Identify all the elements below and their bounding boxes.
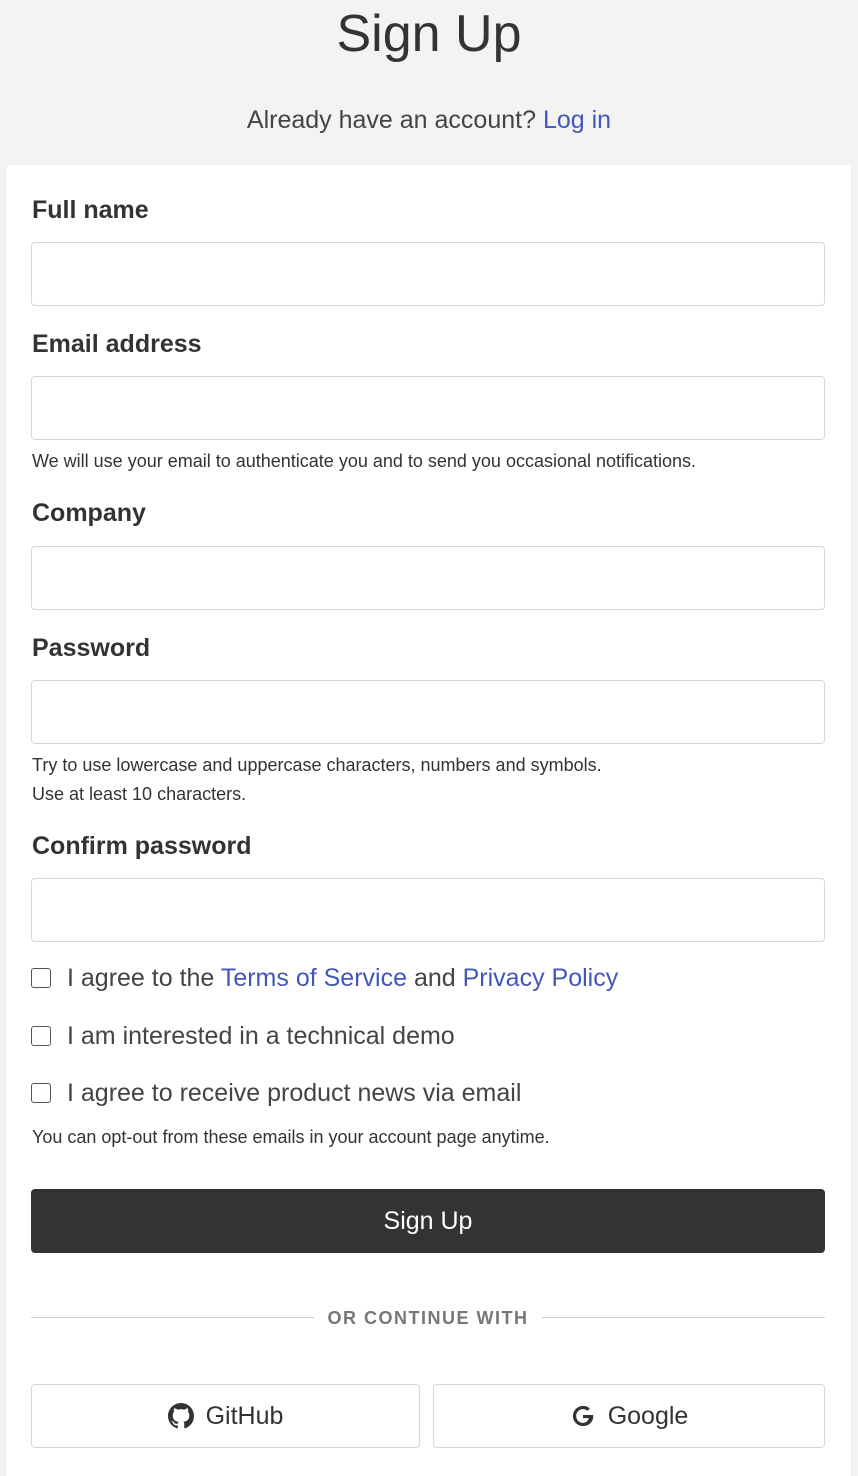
news-checkbox[interactable]: [31, 1083, 51, 1103]
news-hint: You can opt-out from these emails in you…: [32, 1127, 550, 1147]
login-prompt-text: Already have an account?: [246, 106, 536, 134]
confirm-password-input[interactable]: [31, 878, 825, 942]
confirm-password-label: Confirm password: [32, 832, 252, 860]
github-button[interactable]: GitHub: [31, 1384, 420, 1448]
divider-line-left: [31, 1317, 314, 1318]
email-input[interactable]: [31, 376, 825, 440]
terms-checkbox[interactable]: [31, 968, 51, 988]
demo-label: I am interested in a technical demo: [67, 1022, 455, 1050]
terms-text: I agree to the Terms of Service and Priv…: [67, 962, 618, 994]
terms-of-service-link[interactable]: Terms of Service: [221, 964, 407, 992]
terms-prefix: I agree to the: [67, 964, 215, 992]
password-hint-complexity: Try to use lowercase and uppercase chara…: [32, 755, 602, 775]
signup-card: [6, 165, 851, 1476]
divider-line-right: [542, 1317, 825, 1318]
github-icon: [167, 1403, 194, 1429]
demo-checkbox[interactable]: [31, 1026, 51, 1046]
email-hint: We will use your email to authenticate y…: [32, 451, 697, 471]
company-label: Company: [32, 499, 146, 527]
password-label: Password: [32, 634, 151, 662]
demo-row: I am interested in a technical demo: [31, 1020, 455, 1052]
password-input[interactable]: [31, 680, 825, 744]
google-icon: [572, 1405, 593, 1427]
password-hint-length: Use at least 10 characters.: [32, 784, 247, 804]
news-label: I agree to receive product news via emai…: [67, 1079, 522, 1107]
sign-up-button[interactable]: Sign Up: [31, 1189, 825, 1253]
terms-row: I agree to the Terms of Service and Priv…: [31, 962, 618, 994]
page-title: Sign Up: [336, 5, 522, 63]
terms-and: and: [413, 964, 456, 992]
github-label: GitHub: [205, 1401, 284, 1430]
login-link[interactable]: Log in: [543, 106, 611, 134]
news-row: I agree to receive product news via emai…: [31, 1077, 521, 1109]
google-label: Google: [607, 1401, 689, 1430]
login-prompt: Already have an account? Log in: [0, 104, 858, 136]
full-name-label: Full name: [32, 196, 149, 224]
google-button[interactable]: Google: [433, 1384, 825, 1448]
privacy-policy-link[interactable]: Privacy Policy: [463, 964, 619, 992]
full-name-input[interactable]: [31, 242, 825, 306]
divider-text: OR CONTINUE WITH: [327, 1308, 529, 1328]
company-input[interactable]: [31, 546, 825, 610]
email-label: Email address: [32, 330, 202, 358]
